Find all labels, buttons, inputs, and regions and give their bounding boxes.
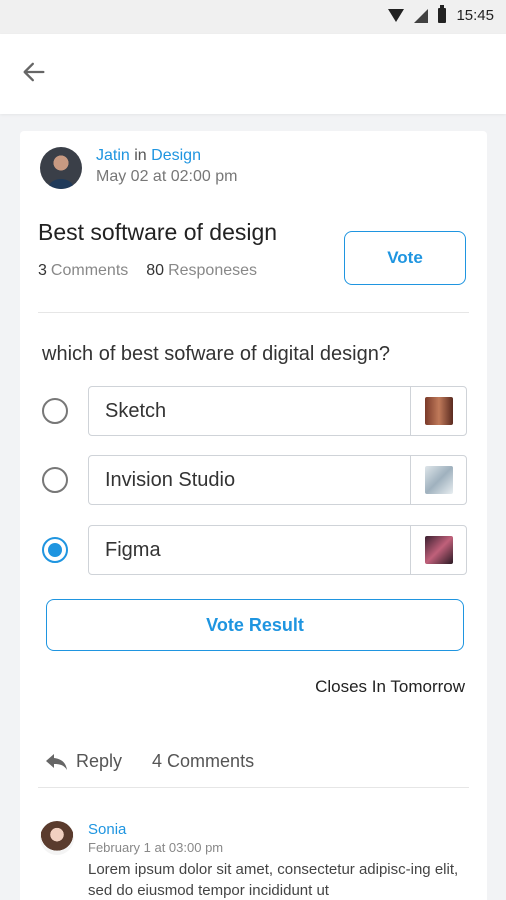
post-stats: 3 Comments 80 Responeses [38, 262, 257, 280]
poll-option-sketch[interactable]: Sketch [42, 385, 467, 437]
poll-post-card: Jatin in Design May 02 at 02:00 pm Best … [20, 131, 487, 900]
comments-text: Comments [50, 262, 129, 279]
author-name-link[interactable]: Jatin [96, 147, 130, 164]
radio-button[interactable] [42, 398, 68, 424]
poll-option-invision-studio[interactable]: Invision Studio [42, 454, 467, 506]
vote-button[interactable]: Vote [344, 231, 466, 285]
closes-text: Closes In Tomorrow [315, 677, 465, 696]
responses-number: 80 [146, 262, 165, 279]
reply-label: Reply [76, 751, 123, 771]
author-row: Jatin in Design May 02 at 02:00 pm [40, 147, 237, 189]
comment-item: Sonia February 1 at 03:00 pm Lorem ipsum… [40, 821, 470, 900]
post-date: May 02 at 02:00 pm [96, 168, 238, 185]
status-bar: 15:45 [0, 0, 506, 34]
poll-question: which of best sofware of digital design? [42, 343, 390, 365]
back-button[interactable] [20, 58, 56, 90]
app-bar [0, 34, 506, 114]
option-label: Figma [105, 538, 161, 561]
action-row: Reply 4 Comments [44, 751, 254, 772]
divider [38, 787, 469, 788]
vote-result-button[interactable]: Vote Result [46, 599, 464, 651]
option-box[interactable]: Invision Studio [88, 455, 467, 505]
option-thumbnail-image [424, 536, 453, 564]
option-label: Sketch [105, 399, 167, 422]
commenter-name[interactable]: Sonia [88, 821, 470, 838]
comment-text: Lorem ipsum dolor sit amet, consectetur … [88, 861, 459, 899]
divider [38, 312, 469, 313]
category-link[interactable]: Design [151, 147, 201, 164]
option-thumbnail-image [424, 397, 453, 425]
battery-icon [438, 5, 447, 23]
radio-button-selected[interactable] [42, 537, 68, 563]
comments-link[interactable]: 4 Comments [152, 751, 254, 772]
reply-button[interactable]: Reply [44, 751, 122, 772]
option-box[interactable]: Figma [88, 525, 467, 575]
comments-number: 3 [38, 262, 47, 279]
author-avatar[interactable] [40, 147, 82, 189]
status-time: 15:45 [456, 7, 494, 24]
arrow-left-icon [23, 62, 45, 82]
signal-icon [414, 8, 429, 23]
responses-text: Responeses [168, 262, 258, 279]
in-word: in [134, 147, 147, 164]
option-label: Invision Studio [105, 468, 236, 491]
option-thumbnail-image [424, 466, 453, 494]
comment-date: February 1 at 03:00 pm [88, 840, 224, 855]
wifi-icon [388, 9, 405, 22]
option-box[interactable]: Sketch [88, 386, 467, 436]
reply-icon [46, 753, 67, 770]
commenter-avatar[interactable] [40, 821, 74, 855]
radio-button[interactable] [42, 467, 68, 493]
post-title: Best software of design [38, 219, 278, 245]
poll-option-figma[interactable]: Figma [42, 524, 467, 576]
